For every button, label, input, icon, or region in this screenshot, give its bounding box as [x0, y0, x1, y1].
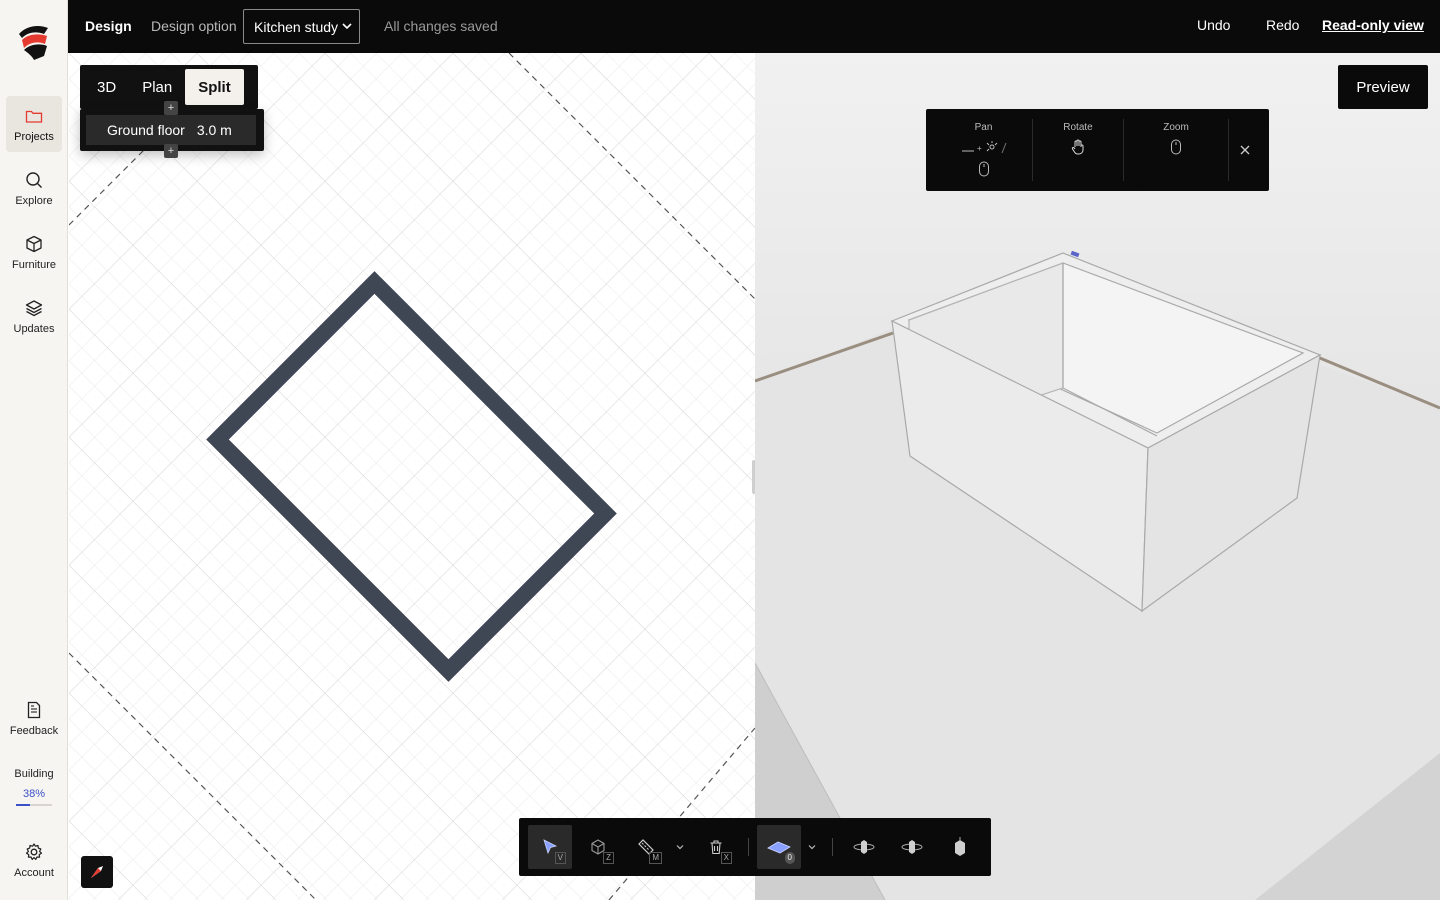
- sidebar: Projects Explore Furniture Updates Feedb…: [0, 0, 68, 900]
- preview-button[interactable]: Preview: [1338, 65, 1428, 109]
- sidebar-item-account[interactable]: Account: [6, 832, 62, 888]
- sidebar-item-label: Updates: [13, 322, 55, 335]
- rotate-hint: Rotate: [1033, 109, 1123, 191]
- sidebar-item-furniture[interactable]: Furniture: [6, 224, 62, 280]
- orbit-icon: [853, 840, 875, 854]
- elevation-view-button[interactable]: [938, 825, 982, 869]
- design-option-select[interactable]: Kitchen study: [243, 9, 360, 44]
- mouse-icon: [978, 161, 989, 177]
- sidebar-item-projects[interactable]: Projects: [6, 96, 62, 152]
- sidebar-item-label: Account: [14, 866, 54, 879]
- rotate-label: Rotate: [1063, 122, 1093, 133]
- measure-shortcut: M: [649, 852, 662, 864]
- compass-icon: [91, 866, 103, 878]
- svg-text:+: +: [977, 144, 982, 153]
- delete-shortcut: X: [720, 852, 732, 864]
- app-logo[interactable]: [14, 22, 54, 62]
- add-floor-below-icon[interactable]: +: [164, 144, 178, 158]
- object-shortcut: Z: [603, 852, 614, 864]
- mouse-icon: [1171, 139, 1181, 155]
- floor-row[interactable]: Ground floor 3.0 m: [86, 115, 256, 145]
- building-percent: 38%: [22, 788, 46, 800]
- building-progress: Building 38%: [0, 768, 68, 806]
- design-option-label: Design option: [151, 18, 237, 34]
- measure-tool-button[interactable]: M: [624, 825, 668, 869]
- navigation-hint-panel: Pan + Rotate Zoom: [926, 109, 1269, 191]
- add-floor-above-icon[interactable]: +: [164, 101, 178, 115]
- view-split-button[interactable]: Split: [185, 69, 244, 105]
- pan-gesture-icon: +: [961, 141, 1006, 154]
- floor-dropdown[interactable]: [805, 838, 819, 856]
- toolbar-divider: [748, 838, 749, 856]
- design-option-value: Kitchen study: [254, 18, 339, 35]
- chevron-down-icon: [676, 845, 684, 850]
- sidebar-item-updates[interactable]: Updates: [6, 288, 62, 344]
- design-tab[interactable]: Design: [85, 18, 132, 34]
- floor-height: 3.0 m: [196, 122, 232, 138]
- sidebar-item-label: Feedback: [9, 724, 59, 737]
- pan-hint: Pan +: [936, 109, 1031, 191]
- plan-canvas-svg: [69, 53, 755, 900]
- document-icon: [27, 701, 41, 718]
- floor-name: Ground floor: [107, 122, 185, 138]
- floor-panel: + Ground floor 3.0 m +: [80, 101, 264, 158]
- view-plan-button[interactable]: Plan: [129, 69, 185, 105]
- measure-dropdown[interactable]: [673, 838, 687, 856]
- orbit-icon: [901, 840, 923, 854]
- orbit-left-button[interactable]: [842, 825, 886, 869]
- redo-button[interactable]: Redo: [1266, 17, 1299, 33]
- close-icon[interactable]: [1237, 142, 1253, 158]
- undo-button[interactable]: Undo: [1197, 17, 1230, 33]
- building-progress-fill: [16, 804, 30, 806]
- chevron-down-icon: [342, 23, 352, 30]
- compass-button[interactable]: [81, 856, 113, 888]
- folder-icon: [25, 110, 43, 123]
- sidebar-item-label: Projects: [14, 130, 54, 143]
- search-icon: [26, 171, 42, 188]
- bottom-toolbar: V Z M X 0: [519, 818, 991, 876]
- layers-icon: [25, 299, 43, 316]
- hand-icon: [1071, 139, 1084, 155]
- delete-tool-button[interactable]: X: [694, 825, 738, 869]
- sidebar-item-label: Furniture: [11, 258, 57, 271]
- orbit-right-button[interactable]: [890, 825, 934, 869]
- floor-shortcut: 0: [784, 852, 795, 864]
- hint-separator: [1228, 119, 1229, 181]
- select-tool-button[interactable]: V: [528, 825, 572, 869]
- object-tool-button[interactable]: Z: [576, 825, 620, 869]
- floor-tool-button[interactable]: 0: [757, 825, 801, 869]
- sidebar-item-explore[interactable]: Explore: [6, 160, 62, 216]
- view-3d-button[interactable]: 3D: [84, 69, 129, 105]
- sidebar-item-feedback[interactable]: Feedback: [6, 690, 62, 746]
- read-only-view-link[interactable]: Read-only view: [1322, 17, 1424, 33]
- sidebar-item-label: Explore: [15, 194, 53, 207]
- zoom-label: Zoom: [1163, 122, 1189, 133]
- gear-icon: [25, 842, 43, 860]
- building-progress-bar: [16, 804, 52, 806]
- plan-view-canvas[interactable]: [69, 53, 755, 900]
- toolbar-divider: [832, 838, 833, 856]
- top-bar: Design Design option Kitchen study All c…: [68, 0, 1440, 53]
- zoom-hint: Zoom: [1124, 109, 1228, 191]
- building-icon: [955, 837, 965, 856]
- select-shortcut: V: [554, 852, 566, 864]
- pan-label: Pan: [974, 122, 993, 133]
- cube-icon: [26, 235, 42, 252]
- save-status: All changes saved: [384, 18, 498, 34]
- chevron-down-icon: [808, 845, 816, 850]
- building-label: Building: [14, 768, 54, 780]
